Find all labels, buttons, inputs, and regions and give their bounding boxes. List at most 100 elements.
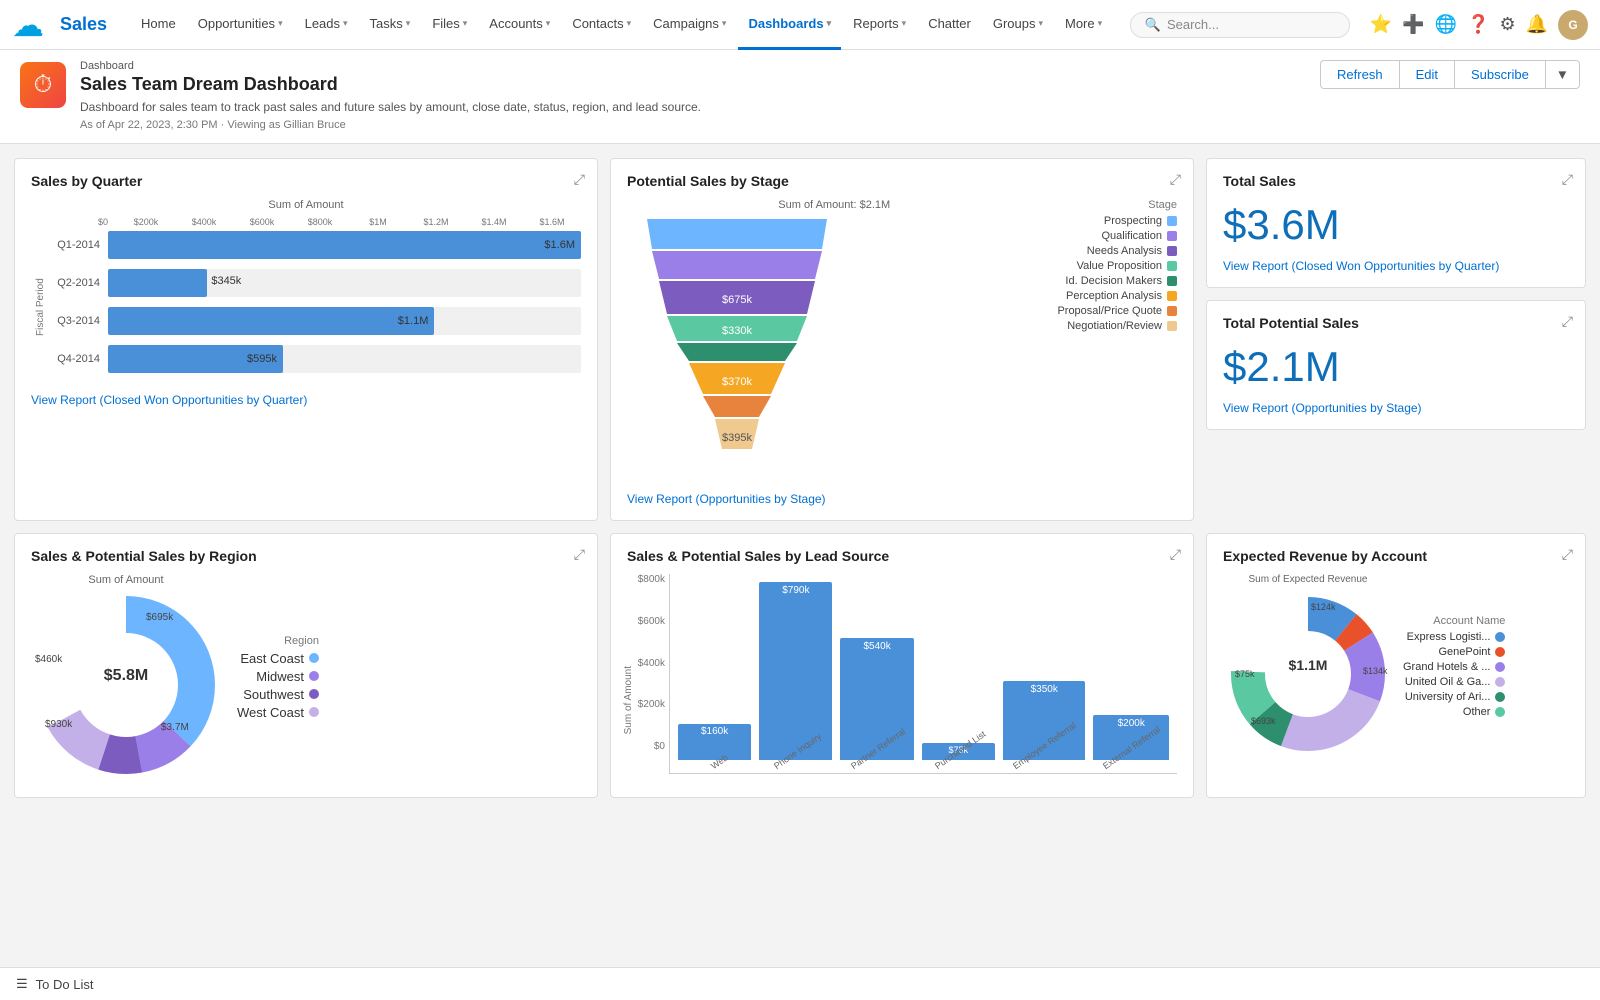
nav-item-home[interactable]: Home [131, 0, 186, 50]
expected-revenue-card: Expected Revenue by Account ⤢ Sum of Exp… [1206, 533, 1586, 798]
bar-group-partner: $540k Partner Referral [840, 638, 913, 773]
y-axis-label: Fiscal Period [31, 231, 50, 383]
todo-icon: ☰ [16, 976, 28, 992]
chevron-icon: ▾ [463, 18, 468, 29]
bar-group-employee: $350k Employee Referral [1003, 681, 1086, 773]
expand-icon[interactable]: ⤢ [574, 171, 585, 188]
edit-button[interactable]: Edit [1400, 60, 1455, 89]
list-item: Qualification [1057, 230, 1177, 242]
list-item: University of Ari... [1403, 691, 1505, 703]
legend-title: Stage [1057, 199, 1177, 211]
svg-text:$1.1M: $1.1M [1289, 657, 1328, 673]
nav-item-files[interactable]: Files ▾ [422, 0, 477, 50]
list-item: Id. Decision Makers [1057, 275, 1177, 287]
funnel-subtitle: Sum of Amount: $2.1M [627, 199, 1041, 211]
app-name: Sales [60, 14, 107, 35]
view-report-link[interactable]: View Report (Closed Won Opportunities by… [1223, 259, 1569, 273]
expand-icon[interactable]: ⤢ [1562, 171, 1573, 188]
total-potential-sales-title: Total Potential Sales [1223, 315, 1569, 331]
total-sales-value: $3.6M [1223, 201, 1569, 249]
bar-group-web: $160k Web [678, 724, 751, 773]
todo-label: To Do List [36, 977, 94, 992]
list-item: Negotiation/Review [1057, 320, 1177, 332]
dashboard-icon: ⏱ [20, 62, 66, 108]
cloud-icon[interactable]: 🌐 [1435, 14, 1457, 35]
nav-item-groups[interactable]: Groups ▾ [983, 0, 1053, 50]
list-item: West Coast [237, 705, 319, 720]
nav-item-dashboards[interactable]: Dashboards ▾ [738, 0, 841, 50]
list-item: Prospecting [1057, 215, 1177, 227]
x-labels: $0 $200k $400k $600k $800k $1M $1.2M $1.… [31, 217, 581, 227]
bottom-bar[interactable]: ☰ To Do List [0, 967, 1600, 1000]
potential-sales-card: Potential Sales by Stage ⤢ Sum of Amount… [610, 158, 1194, 521]
expand-icon[interactable]: ⤢ [1170, 546, 1181, 563]
subscribe-button[interactable]: Subscribe [1455, 60, 1546, 89]
search-bar[interactable]: 🔍 Search... [1130, 12, 1350, 38]
settings-icon[interactable]: ⚙ [1499, 14, 1515, 35]
expand-icon[interactable]: ⤢ [1562, 313, 1573, 330]
funnel-svg: $675k $330k $370k $395k [627, 219, 847, 479]
total-potential-sales-card: Total Potential Sales ⤢ $2.1M View Repor… [1206, 300, 1586, 430]
search-icon: 🔍 [1145, 17, 1161, 33]
expand-icon[interactable]: ⤢ [1170, 171, 1181, 188]
nav-item-contacts[interactable]: Contacts ▾ [562, 0, 641, 50]
notifications-icon[interactable]: 🔔 [1526, 14, 1548, 35]
total-potential-sales-value: $2.1M [1223, 343, 1569, 391]
top-nav: ☁ Sales HomeOpportunities ▾Leads ▾Tasks … [0, 0, 1600, 50]
x-axis-title: Sum of Amount [31, 199, 581, 211]
bars: Q1-2014 $1.6M Q2-2014 $345k Q3-2014 [50, 231, 581, 383]
avatar[interactable]: G [1558, 10, 1588, 40]
bar-group-external: $200k External Referral [1093, 715, 1169, 773]
nav-item-leads[interactable]: Leads ▾ [295, 0, 358, 50]
chevron-icon: ▾ [343, 18, 348, 29]
nav-item-opportunities[interactable]: Opportunities ▾ [188, 0, 293, 50]
chevron-icon: ▾ [827, 18, 832, 29]
top-icons: ⭐ ➕ 🌐 ❓ ⚙ 🔔 G [1370, 10, 1588, 40]
expected-revenue-area: Sum of Expected Revenue $1.1M [1223, 574, 1569, 762]
nav-item-accounts[interactable]: Accounts ▾ [479, 0, 560, 50]
funnel-chart: Sum of Amount: $2.1M $675k $330k [627, 199, 1041, 482]
view-report-link[interactable]: View Report (Opportunities by Stage) [1223, 401, 1569, 415]
region-donut-svg: $5.8M [31, 590, 221, 780]
actions-dropdown[interactable]: ▼ [1546, 60, 1580, 89]
donut-wrap: Sum of Amount $5.8M $695k [31, 574, 221, 783]
dashboard-description: Dashboard for sales team to track past s… [80, 100, 701, 114]
favorites-icon[interactable]: ⭐ [1370, 14, 1392, 35]
lead-chart-container: $800k $600k $400k $200k $0 $160k Web $79… [627, 574, 1177, 774]
list-item: Midwest [237, 669, 319, 684]
region-legend: Region East Coast Midwest Southwest West… [237, 635, 319, 723]
bars-area: $160k Web $790k Phone Inquiry $540k Part… [669, 574, 1177, 774]
bar-group-phone: $790k Phone Inquiry [759, 582, 832, 773]
list-item: Southwest [237, 687, 319, 702]
nav-item-campaigns[interactable]: Campaigns ▾ [643, 0, 736, 50]
dashboard-grid: Sales by Quarter ⤢ Sum of Amount $0 $200… [0, 144, 1600, 812]
list-item: East Coast [237, 651, 319, 666]
region-title: Sales & Potential Sales by Region [31, 548, 581, 564]
svg-text:$675k: $675k [722, 294, 752, 306]
svg-text:$370k: $370k [722, 376, 752, 388]
sales-by-quarter-card: Sales by Quarter ⤢ Sum of Amount $0 $200… [14, 158, 598, 521]
nav-item-reports[interactable]: Reports ▾ [843, 0, 916, 50]
sales-by-region-card: Sales & Potential Sales by Region ⤢ Sum … [14, 533, 598, 798]
list-item: Needs Analysis [1057, 245, 1177, 257]
refresh-button[interactable]: Refresh [1320, 60, 1400, 89]
chevron-icon: ▾ [627, 18, 632, 29]
expand-icon[interactable]: ⤢ [574, 546, 585, 563]
nav-item-tasks[interactable]: Tasks ▾ [360, 0, 421, 50]
table-row: Q2-2014 $345k [50, 269, 581, 297]
help-icon[interactable]: ❓ [1467, 14, 1489, 35]
app-logo[interactable]: ☁ [12, 6, 44, 44]
expected-donut-wrap: Sum of Expected Revenue $1.1M [1223, 574, 1393, 762]
view-report-link[interactable]: View Report (Closed Won Opportunities by… [31, 393, 581, 407]
view-report-link[interactable]: View Report (Opportunities by Stage) [627, 492, 1177, 506]
table-row: Q1-2014 $1.6M [50, 231, 581, 259]
expand-icon[interactable]: ⤢ [1562, 546, 1573, 563]
chevron-icon: ▾ [1038, 18, 1043, 29]
add-icon[interactable]: ➕ [1402, 14, 1424, 35]
chevron-icon: ▾ [546, 18, 551, 29]
right-column: Total Sales ⤢ $3.6M View Report (Closed … [1206, 158, 1586, 521]
nav-item-chatter[interactable]: Chatter [918, 0, 981, 50]
total-sales-title: Total Sales [1223, 173, 1569, 189]
nav-item-more[interactable]: More ▾ [1055, 0, 1112, 50]
region-chart-area: Sum of Amount $5.8M $695k [31, 574, 581, 783]
